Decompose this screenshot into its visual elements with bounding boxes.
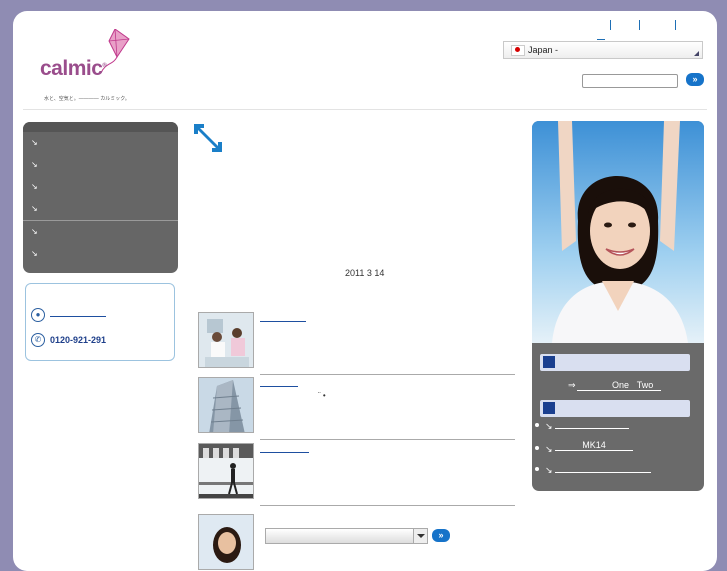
big-arrow-icon	[194, 124, 222, 152]
arrow-icon: ↘	[545, 444, 553, 454]
dropdown-arrow-icon	[694, 51, 699, 56]
link-two[interactable]: Two	[629, 380, 661, 391]
news-divider	[260, 505, 515, 506]
header-divider	[23, 109, 707, 110]
logo-wordmark: calmic®	[40, 57, 107, 80]
sidebar-nav: ↘ ↘ ↘ ↘ ↘ ↘	[23, 122, 178, 273]
arrow-icon: ↘	[31, 182, 38, 191]
logo-tagline: 水と、空気と。———— カルミック。	[44, 96, 130, 102]
right-panel-section-header[interactable]	[540, 400, 690, 417]
right-link[interactable]	[555, 427, 629, 429]
bullet-icon	[535, 423, 539, 427]
news-title-link[interactable]	[260, 320, 306, 322]
contact-phone: 0120-921-291	[50, 335, 107, 345]
news-title-link[interactable]	[260, 385, 298, 387]
right-panel: ⇒ One Two ↘ ↘ MK14 ↘	[532, 121, 704, 491]
news-item	[198, 312, 515, 376]
search-go-button[interactable]: »	[686, 73, 704, 86]
top-links	[597, 20, 707, 40]
arrow-icon	[543, 356, 555, 368]
arrow-icon: ↘	[31, 160, 38, 169]
link-mk14[interactable]: MK14	[555, 440, 633, 451]
search-input[interactable]	[582, 74, 678, 88]
arrow-icon: ↘	[31, 227, 38, 236]
calmic-logo[interactable]: calmic® 水と、空気と。———— カルミック。	[40, 29, 130, 109]
woman-photo	[532, 121, 704, 343]
sidebar-item[interactable]: ↘	[23, 220, 178, 243]
bullet-icon	[535, 446, 539, 450]
top-link-1[interactable]	[597, 29, 605, 40]
sidebar-item[interactable]: ↘	[23, 198, 178, 220]
arrow-icon: ↘	[545, 421, 553, 431]
news-item: ¨ •	[198, 377, 515, 441]
top-link-separator	[610, 20, 611, 30]
phone-icon: ✆	[31, 333, 45, 347]
sidebar-item[interactable]: ↘	[23, 154, 178, 176]
link-one[interactable]: One	[577, 380, 629, 391]
news-divider	[260, 374, 515, 375]
contact-box: ● ✆ 0120-921-291	[25, 283, 175, 361]
right-link[interactable]	[555, 471, 651, 473]
arrow-icon: ↘	[31, 138, 38, 147]
news-divider	[260, 439, 515, 440]
right-arrow-text: ⇒	[568, 380, 576, 390]
sidebar-nav-top	[23, 122, 178, 132]
news-item	[198, 443, 515, 507]
mouse-icon: ●	[31, 308, 45, 322]
news-subtext: ¨ •	[318, 391, 326, 400]
bottom-select[interactable]	[265, 528, 428, 544]
japan-flag-icon	[511, 45, 525, 56]
top-link-separator	[675, 20, 676, 30]
arrow-icon: ↘	[31, 204, 38, 213]
page-card: calmic® 水と、空気と。———— カルミック。 Japan - » ↘ ↘…	[13, 11, 717, 571]
language-select[interactable]: Japan -	[503, 41, 703, 59]
right-panel-section-header[interactable]	[540, 354, 690, 371]
update-date: 2011 3 14	[345, 268, 385, 278]
top-link-separator	[639, 20, 640, 30]
sidebar-item[interactable]: ↘	[23, 176, 178, 198]
sidebar-item[interactable]: ↘	[23, 132, 178, 154]
arrow-icon: ↘	[31, 249, 38, 258]
bottom-go-button[interactable]: »	[432, 529, 450, 542]
language-select-value: Japan -	[528, 45, 559, 55]
news-thumbnail[interactable]	[198, 377, 254, 433]
arrow-icon	[543, 402, 555, 414]
news-title-link[interactable]	[260, 451, 309, 453]
news-thumbnail[interactable]	[198, 443, 254, 499]
arrow-icon: ↘	[545, 465, 553, 475]
bullet-icon	[535, 467, 539, 471]
news-thumbnail[interactable]	[198, 312, 254, 368]
news-thumbnail[interactable]	[198, 514, 254, 570]
dropdown-arrow-icon	[413, 529, 427, 543]
sidebar-item[interactable]: ↘	[23, 243, 178, 265]
contact-web-link[interactable]	[50, 316, 106, 317]
